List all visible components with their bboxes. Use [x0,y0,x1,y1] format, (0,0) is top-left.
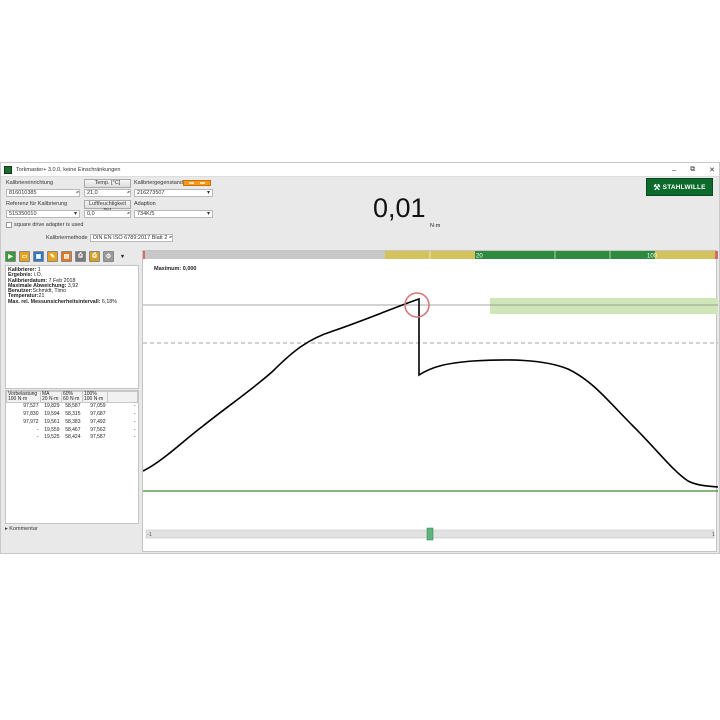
app-window: Torkmaster+ 3.0.0, keine Einschränkungen… [0,162,720,554]
temp-button[interactable]: Temp. [°C] [84,179,131,188]
info-panel: Kalibrierer: 1 Ergebnis: i.O. Kalibrierd… [5,265,139,389]
brand-logo: ⚒ STAHLWILLE [646,178,713,196]
comment-toggle[interactable]: ▸ Kommentar [5,526,38,532]
scale-segment-red [143,251,145,259]
luftfeuchtigkeit-button[interactable]: Luftfeuchtigkeit [%] [84,200,131,214]
folder-open-icon[interactable]: ▭ [19,251,30,262]
chart-panel: 20 100 Maximum: 0,000 -1 1 [142,250,719,552]
slider-max-label: 1 [712,532,715,538]
torque-curve [142,297,719,488]
measurement-table: Vorbelastung 100 N·m MA 20 N·m 60% 60 N·m 1… [5,390,139,524]
print-preview-icon[interactable]: ⎙ [89,251,100,262]
scale-label: 20 [476,254,483,260]
scale-segment-yellow [655,251,715,259]
scale-label: 100 [647,254,658,260]
table-row[interactable]: 97,830 19,594 58,315 97,687- [7,411,138,419]
title-bar: Torkmaster+ 3.0.0, keine Einschränkungen… [1,163,719,177]
save-icon[interactable]: ▣ [33,251,44,262]
table-row[interactable]: -19,525 58,424 97,587- [7,434,138,442]
table-row[interactable]: 97,972 19,561 58,383 97,492- [7,419,138,427]
window-controls: – ⧉ ✕ [672,163,715,177]
kalibriereinrichtung-field[interactable]: 816010385 [6,189,80,197]
window-title: Torkmaster+ 3.0.0, keine Einschränkungen [16,166,121,173]
square-drive-checkbox[interactable] [6,222,12,228]
slider-min-label: -1 [147,532,152,538]
maximize-icon[interactable]: ⧉ [690,166,695,174]
temp-field[interactable]: 21,0 [84,189,131,197]
tolerance-band [490,298,718,314]
kalibriermethode-label: Kalibriermethode [46,235,88,241]
toolbar: ▶ ▭ ▣ ✎ ▤ ⎙ ⎙ ⚙ ▾ [5,251,128,263]
info-row: Max. rel. Messunsicherheitsintervall: 6,… [8,298,117,305]
report-icon[interactable]: ▤ [61,251,72,262]
minimize-icon[interactable]: – [672,167,676,174]
wrench-icon: ⚒ [653,182,661,192]
kalibriereinrichtung-label: Kalibriereinrichtung [6,180,54,186]
adaption-label: Adaption [134,201,156,207]
logo-text: STAHLWILLE [662,183,706,191]
slider-handle[interactable] [426,527,434,541]
app-icon [4,165,12,174]
kalibriermethode-field[interactable]: DIN EN ISO 6789:2017 Blatt 2 [90,234,173,242]
adaption-field[interactable]: 734K/5 [134,210,213,218]
scale-segment-red [715,251,718,259]
status-indicator [183,180,211,186]
maximum-annotation: Maximum: 0,000 [154,266,197,272]
torque-chart: 20 100 Maximum: 0,000 -1 1 [142,251,719,541]
square-drive-label: square drive adapter is used [14,222,84,228]
luftfeuchtigkeit-field[interactable]: 0,0 [84,210,131,218]
table-row[interactable]: 97,527 19,829 58,587 97,059- [7,403,138,411]
chevron-down-icon[interactable]: ▾ [117,251,128,262]
column-header[interactable] [107,390,138,404]
referenz-label: Referenz für Kalibrierung [6,201,68,207]
torque-readout: 0,01 [373,193,426,223]
column-header[interactable]: Vorbelastung 100 N·m [6,390,41,404]
column-header[interactable]: 60% 60 N·m [61,390,83,404]
referenz-field[interactable]: 515350010 [6,210,80,218]
column-header[interactable]: MA 20 N·m [40,390,62,404]
torque-unit: N·m [430,223,441,229]
kalibriergegenstand-label: Kalibriergegenstand [134,180,183,186]
close-icon[interactable]: ✕ [709,166,715,174]
kalibriergegenstand-field[interactable]: 216273507 [134,189,213,197]
scale-segment-green [475,251,655,259]
table-row[interactable]: -19,559 58,467 97,562- [7,427,138,435]
play-icon[interactable]: ▶ [5,251,16,262]
settings-icon[interactable]: ⚙ [103,251,114,262]
scale-segment-grey [143,251,385,259]
edit-icon[interactable]: ✎ [47,251,58,262]
print-icon[interactable]: ⎙ [75,251,86,262]
column-header[interactable]: 100% 100 N·m [82,390,108,404]
